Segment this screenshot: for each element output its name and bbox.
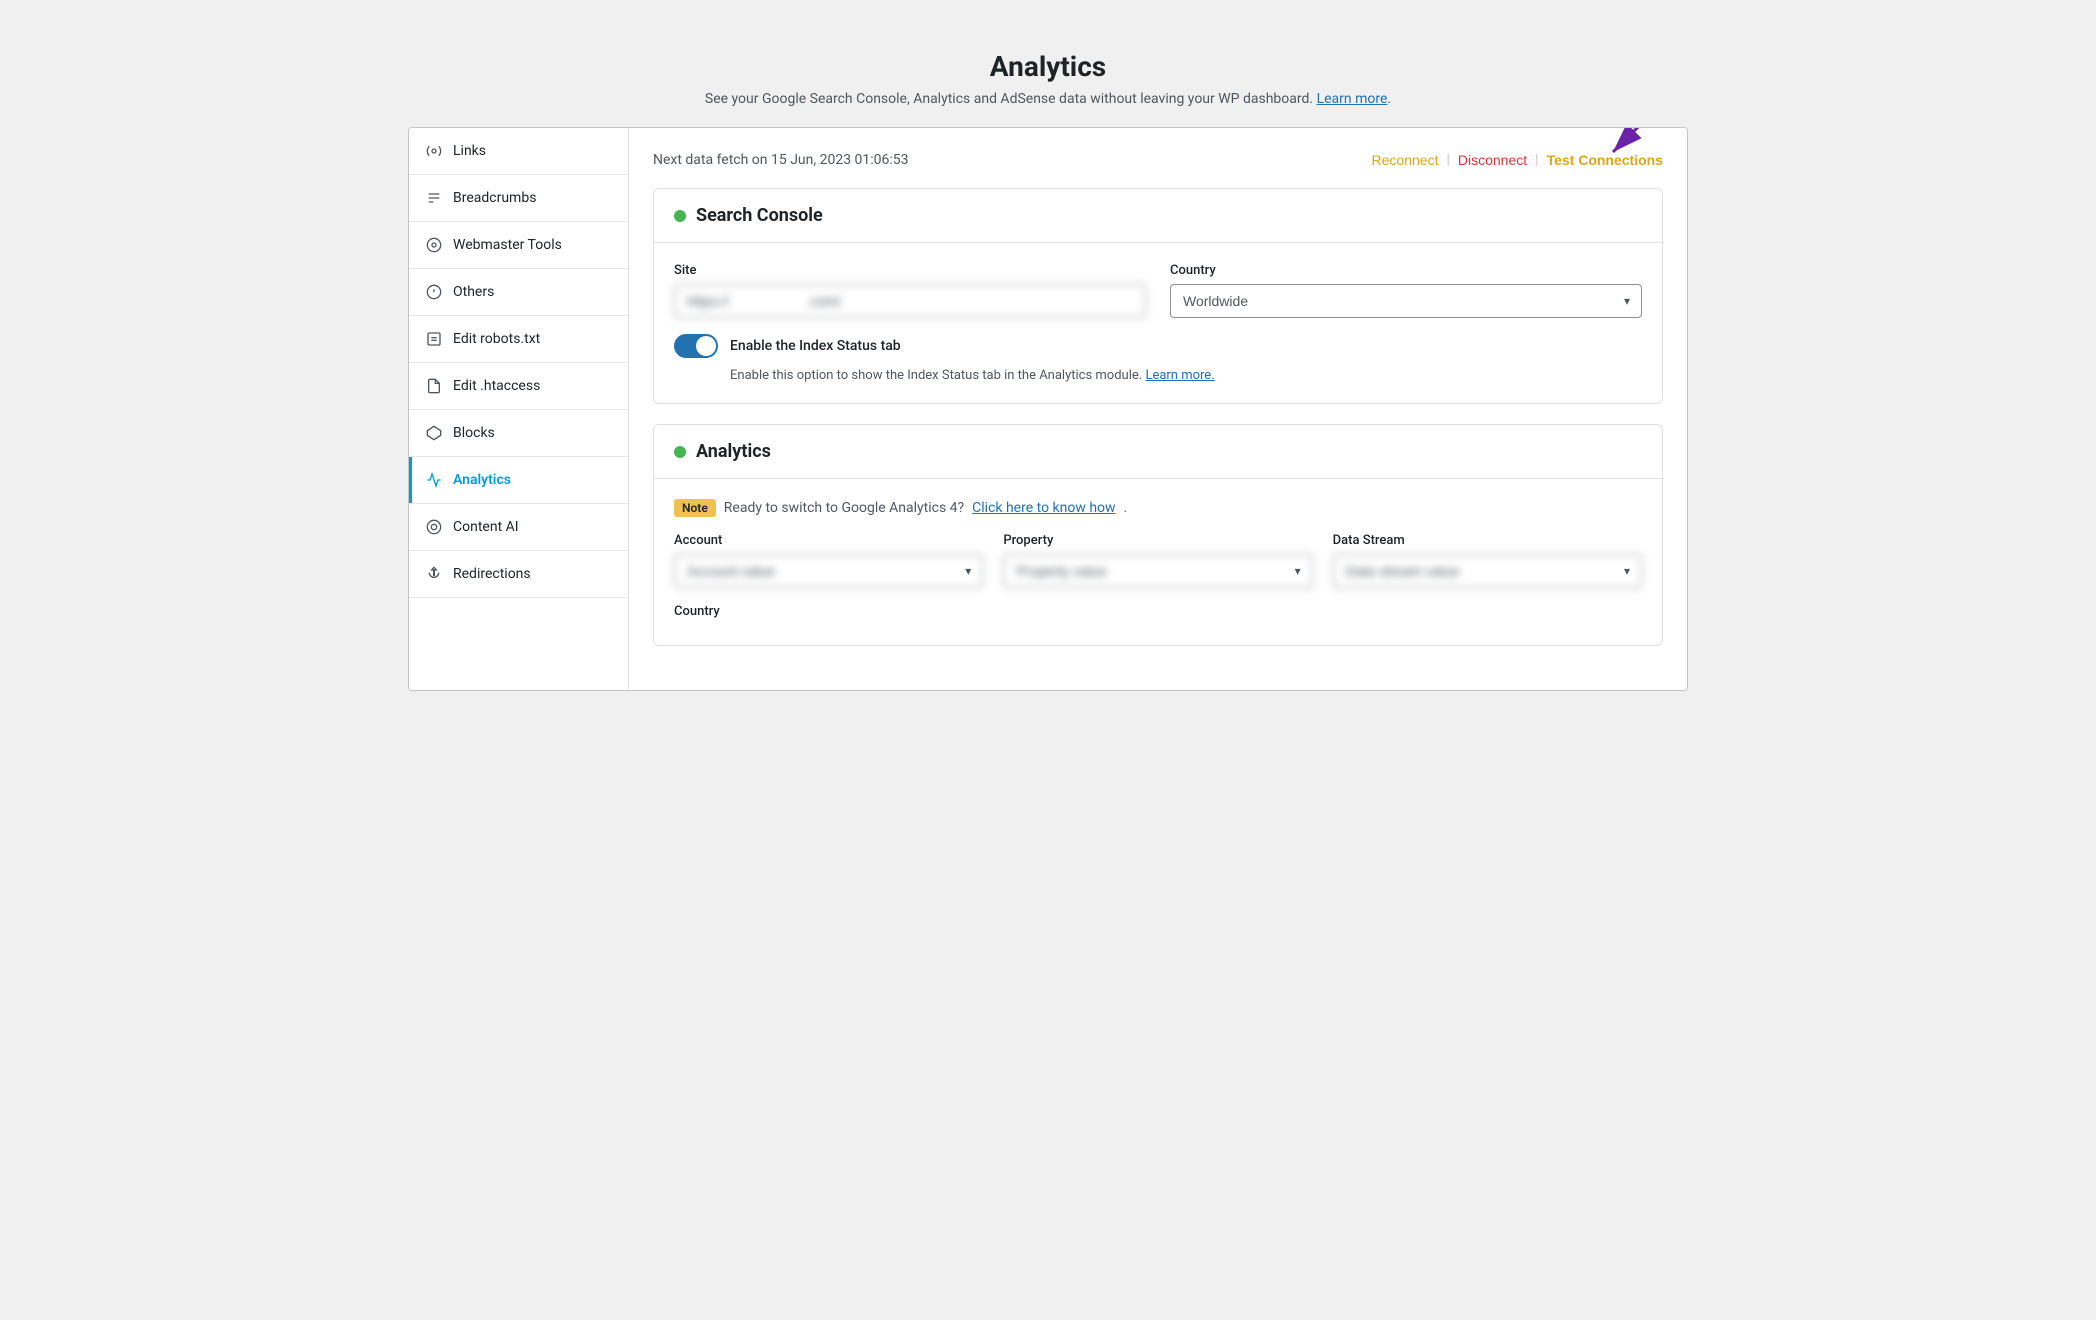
search-console-status-dot: [674, 210, 686, 222]
sidebar-label-content-ai: Content AI: [453, 519, 519, 535]
sidebar-label-edit-htaccess: Edit .htaccess: [453, 378, 540, 394]
separator-2: |: [1535, 152, 1538, 168]
content-topbar: Next data fetch on 15 Jun, 2023 01:06:53…: [653, 152, 1663, 168]
next-fetch-text: Next data fetch on 15 Jun, 2023 01:06:53: [653, 152, 909, 168]
site-label: Site: [674, 263, 1146, 278]
sidebar-item-edit-robots[interactable]: Edit robots.txt: [409, 316, 628, 363]
learn-more-link[interactable]: Learn more: [1317, 91, 1388, 107]
page-title: Analytics: [428, 50, 1668, 83]
sidebar-label-breadcrumbs: Breadcrumbs: [453, 190, 536, 206]
content-ai-icon: [425, 518, 443, 536]
sidebar-label-redirections: Redirections: [453, 566, 531, 582]
account-select[interactable]: Account value: [674, 554, 983, 588]
search-console-card: Search Console Site Country Worldwide: [653, 188, 1663, 404]
connection-actions: Reconnect | Disconnect | Test Connection…: [1372, 152, 1663, 168]
page-wrapper: Analytics See your Google Search Console…: [408, 20, 1688, 1300]
property-select-wrapper: Property value ▾: [1003, 554, 1312, 588]
redirections-icon: [425, 565, 443, 583]
sidebar-label-others: Others: [453, 284, 494, 300]
sidebar-item-content-ai[interactable]: Content AI: [409, 504, 628, 551]
data-stream-group: Data Stream Data stream value ▾: [1333, 533, 1642, 588]
site-country-row: Site Country Worldwide ▾: [674, 263, 1642, 318]
account-label: Account: [674, 533, 983, 548]
property-group: Property Property value ▾: [1003, 533, 1312, 588]
data-stream-chevron-icon: ▾: [1624, 564, 1630, 578]
reconnect-button[interactable]: Reconnect: [1372, 152, 1439, 168]
sidebar-item-breadcrumbs[interactable]: Breadcrumbs: [409, 175, 628, 222]
analytics-icon: [425, 471, 443, 489]
search-console-header: Search Console: [654, 189, 1662, 243]
page-header: Analytics See your Google Search Console…: [408, 20, 1688, 127]
account-select-wrapper: Account value ▾: [674, 554, 983, 588]
sidebar-item-others[interactable]: Others: [409, 269, 628, 316]
disconnect-button[interactable]: Disconnect: [1458, 152, 1527, 168]
analytics-fields-row: Account Account value ▾ Property: [674, 533, 1642, 588]
note-badge: Note: [674, 499, 716, 517]
webmaster-tools-icon: [425, 236, 443, 254]
country-label: Country: [1170, 263, 1642, 278]
separator-1: |: [1446, 152, 1449, 168]
search-console-body: Site Country Worldwide ▾: [654, 243, 1662, 403]
toggle-row: Enable the Index Status tab: [674, 334, 1642, 358]
sidebar-label-webmaster-tools: Webmaster Tools: [453, 237, 562, 253]
analytics-section-title: Analytics: [696, 441, 771, 462]
analytics-section-body: Note Ready to switch to Google Analytics…: [654, 479, 1662, 645]
sidebar-item-links[interactable]: Links: [409, 128, 628, 175]
blocks-icon: [425, 424, 443, 442]
analytics-country-label: Country: [674, 604, 1642, 619]
note-link[interactable]: Click here to know how: [972, 500, 1115, 516]
toggle-label: Enable the Index Status tab: [730, 338, 901, 354]
others-icon: [425, 283, 443, 301]
sidebar-item-analytics[interactable]: Analytics: [409, 457, 628, 504]
country-group: Country Worldwide ▾: [1170, 263, 1642, 318]
data-stream-label: Data Stream: [1333, 533, 1642, 548]
sidebar-label-blocks: Blocks: [453, 425, 495, 441]
site-input[interactable]: [674, 284, 1146, 318]
page-description: See your Google Search Console, Analytic…: [428, 91, 1668, 107]
site-group: Site: [674, 263, 1146, 318]
sidebar-item-redirections[interactable]: Redirections: [409, 551, 628, 598]
sidebar: Links Breadcrumbs Webmaster Tools: [409, 128, 629, 690]
sidebar-item-edit-htaccess[interactable]: Edit .htaccess: [409, 363, 628, 410]
breadcrumbs-icon: [425, 189, 443, 207]
topbar-right: Reconnect | Disconnect | Test Connection…: [1372, 152, 1663, 168]
sidebar-label-analytics: Analytics: [453, 472, 511, 488]
index-status-toggle[interactable]: [674, 334, 718, 358]
edit-htaccess-icon: [425, 377, 443, 395]
analytics-country-group: Country: [674, 604, 1642, 619]
country-select-wrapper: Worldwide ▾: [1170, 284, 1642, 318]
data-stream-select-wrapper: Data stream value ▾: [1333, 554, 1642, 588]
links-icon: [425, 142, 443, 160]
account-group: Account Account value ▾: [674, 533, 983, 588]
property-select[interactable]: Property value: [1003, 554, 1312, 588]
main-layout: Links Breadcrumbs Webmaster Tools: [408, 127, 1688, 691]
note-bar: Note Ready to switch to Google Analytics…: [674, 499, 1642, 517]
toggle-description: Enable this option to show the Index Sta…: [730, 368, 1642, 383]
property-chevron-icon: ▾: [1295, 564, 1301, 578]
sidebar-item-blocks[interactable]: Blocks: [409, 410, 628, 457]
content-area: Next data fetch on 15 Jun, 2023 01:06:53…: [629, 128, 1687, 690]
sidebar-label-edit-robots: Edit robots.txt: [453, 331, 540, 347]
note-text: Ready to switch to Google Analytics 4?: [724, 500, 964, 516]
sidebar-label-links: Links: [453, 143, 486, 159]
sidebar-item-webmaster-tools[interactable]: Webmaster Tools: [409, 222, 628, 269]
search-console-title: Search Console: [696, 205, 823, 226]
test-connections-button[interactable]: Test Connections: [1547, 152, 1663, 168]
account-chevron-icon: ▾: [965, 564, 971, 578]
toggle-learn-more-link[interactable]: Learn more.: [1145, 368, 1214, 383]
data-stream-select[interactable]: Data stream value: [1333, 554, 1642, 588]
analytics-card: Analytics Note Ready to switch to Google…: [653, 424, 1663, 646]
property-label: Property: [1003, 533, 1312, 548]
analytics-status-dot: [674, 446, 686, 458]
edit-robots-icon: [425, 330, 443, 348]
country-select[interactable]: Worldwide: [1170, 284, 1642, 318]
analytics-section-header: Analytics: [654, 425, 1662, 479]
